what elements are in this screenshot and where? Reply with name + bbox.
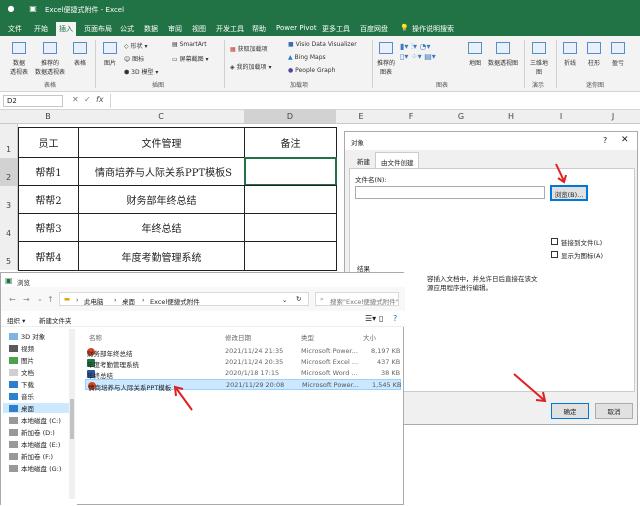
arrow-to-file (173, 385, 193, 411)
arrow-to-ok (513, 373, 547, 403)
arrow-to-browse (555, 163, 567, 184)
annotation-arrows (173, 163, 567, 411)
